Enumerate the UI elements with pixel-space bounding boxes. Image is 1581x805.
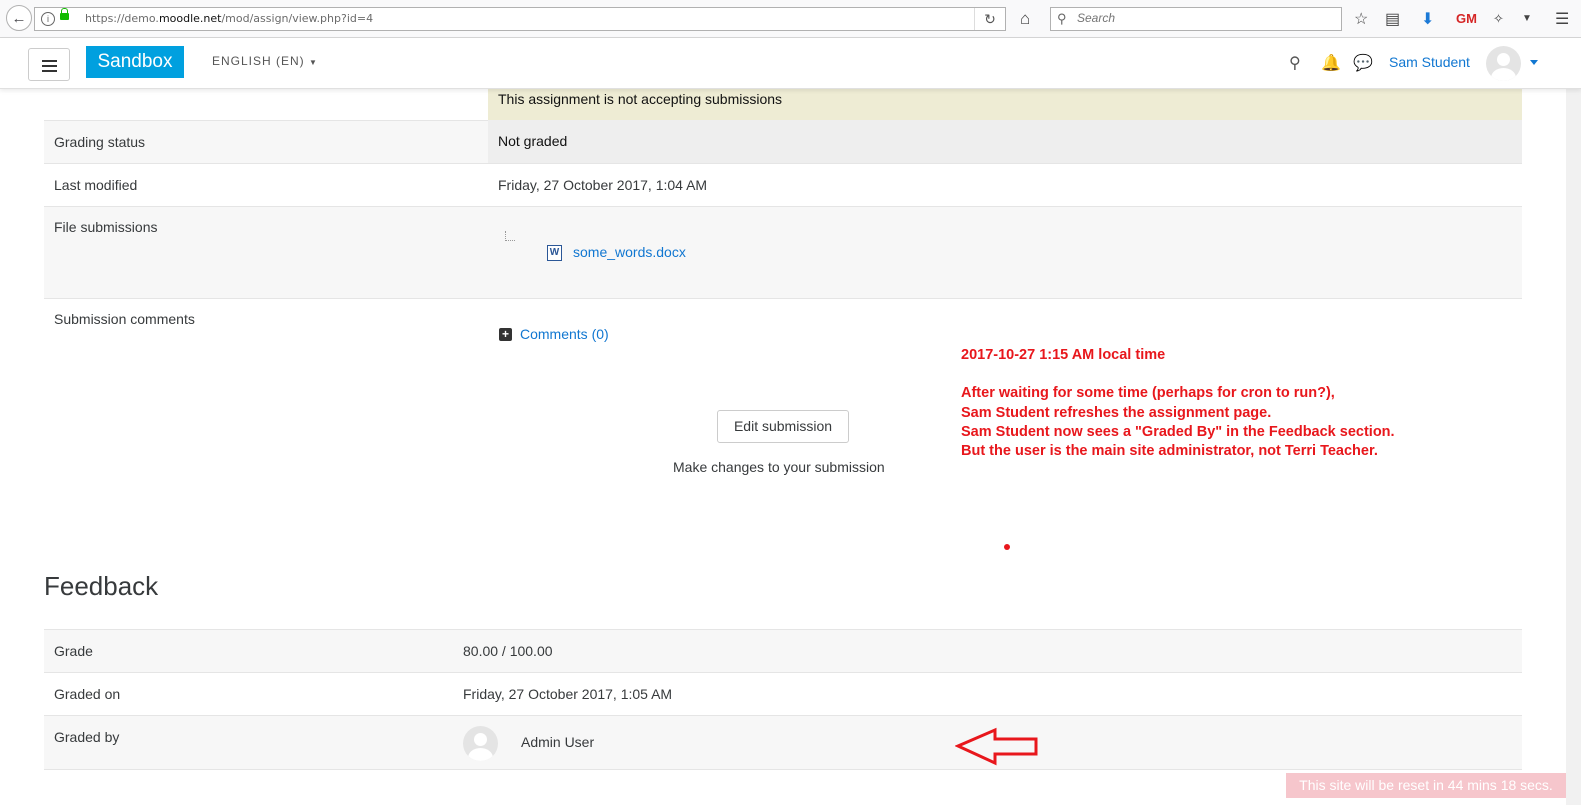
annotation-line: After waiting for some time (perhaps for… xyxy=(961,385,1335,402)
graded-on-value: Friday, 27 October 2017, 1:05 AM xyxy=(463,686,673,702)
menu-icon[interactable]: ☰ xyxy=(1555,9,1569,29)
comments-link[interactable]: Comments (0) xyxy=(520,326,609,342)
edit-submission-hint: Make changes to your submission xyxy=(673,459,885,475)
screenshot-annotation: 2017-10-27 1:15 AM local time After wait… xyxy=(961,346,1395,461)
overflow-chevron-icon[interactable]: ▼ xyxy=(1522,13,1532,24)
reload-icon[interactable]: ↻ xyxy=(974,8,1005,30)
row-label: Graded on xyxy=(54,686,121,702)
search-icon: ⚲ xyxy=(1057,11,1067,26)
browser-toolbar: ← i https://demo.moodle.net/mod/assign/v… xyxy=(0,0,1581,38)
reading-list-icon[interactable]: ▤ xyxy=(1385,9,1400,29)
last-modified-value: Friday, 27 October 2017, 1:04 AM xyxy=(498,177,708,193)
row-label: Submission comments xyxy=(54,311,195,327)
row-label: File submissions xyxy=(54,219,158,235)
table-row: Graded on Friday, 27 October 2017, 1:05 … xyxy=(44,672,1522,715)
bookmark-star-icon[interactable]: ☆ xyxy=(1354,9,1368,29)
submission-status-cell: This assignment is not accepting submiss… xyxy=(488,89,1522,120)
home-icon[interactable]: ⌂ xyxy=(1020,9,1030,29)
submission-status-message: This assignment is not accepting submiss… xyxy=(498,91,783,107)
annotation-line: 2017-10-27 1:15 AM local time xyxy=(961,347,1166,363)
site-brand[interactable]: Sandbox xyxy=(86,46,184,78)
row-label: Grading status xyxy=(54,134,146,150)
grader-name[interactable]: Admin User xyxy=(521,734,594,750)
grading-status-cell: Not graded xyxy=(488,120,1522,163)
avatar xyxy=(463,726,498,761)
scrollbar[interactable] xyxy=(1566,89,1581,805)
info-icon[interactable]: i xyxy=(41,12,55,26)
site-reset-notice: This site will be reset in 44 mins 18 se… xyxy=(1286,773,1566,798)
annotation-line: Sam Student now sees a "Graded By" in th… xyxy=(961,423,1395,440)
nav-drawer-toggle-button[interactable] xyxy=(28,48,70,81)
extension-icon[interactable]: GM xyxy=(1456,11,1477,26)
main-content: This assignment is not accepting submiss… xyxy=(0,89,1566,805)
chevron-down-icon[interactable] xyxy=(1530,60,1538,65)
tree-connector xyxy=(505,231,515,241)
grading-status-value: Not graded xyxy=(498,133,568,149)
browser-search-input[interactable] xyxy=(1075,10,1339,26)
annotation-dot xyxy=(1004,544,1010,550)
row-label: Grade xyxy=(54,643,93,659)
lock-icon xyxy=(60,8,69,20)
url-text[interactable]: https://demo.moodle.net/mod/assign/view.… xyxy=(85,12,373,25)
avatar[interactable] xyxy=(1486,46,1521,81)
feedback-heading: Feedback xyxy=(44,571,159,601)
user-menu-name[interactable]: Sam Student xyxy=(1389,54,1470,70)
submitted-file-link[interactable]: some_words.docx xyxy=(573,244,686,260)
edit-submission-button[interactable]: Edit submission xyxy=(717,410,849,443)
annotation-line: Sam Student refreshes the assignment pag… xyxy=(961,404,1272,421)
table-row: Graded by Admin User xyxy=(44,715,1522,770)
download-icon[interactable]: ⬇ xyxy=(1421,9,1434,29)
row-label: Last modified xyxy=(54,177,138,193)
back-arrow-icon[interactable]: ← xyxy=(6,5,32,31)
language-menu[interactable]: ENGLISH (EN) ▼ xyxy=(212,54,318,68)
grade-value: 80.00 / 100.00 xyxy=(463,643,553,659)
row-label: Graded by xyxy=(54,729,120,745)
word-document-icon: W xyxy=(547,245,562,261)
expand-plus-icon[interactable]: + xyxy=(499,328,512,341)
messages-icon[interactable]: 💬 xyxy=(1353,53,1373,73)
table-row: Grade 80.00 / 100.00 xyxy=(44,629,1522,672)
table-row: Last modified Friday, 27 October 2017, 1… xyxy=(44,163,1522,206)
annotation-arrow-icon xyxy=(955,727,1038,766)
table-row: File submissions W some_words.docx xyxy=(44,206,1522,298)
search-icon[interactable]: ⚲ xyxy=(1289,53,1301,73)
browser-search-box[interactable]: ⚲ xyxy=(1050,7,1342,31)
address-bar[interactable]: i https://demo.moodle.net/mod/assign/vie… xyxy=(34,7,1006,31)
addon-icon[interactable]: ✧ xyxy=(1493,11,1504,27)
notification-bell-icon[interactable]: 🔔 xyxy=(1321,53,1341,73)
annotation-line: But the user is the main site administra… xyxy=(961,443,1378,460)
site-navbar: Sandbox ENGLISH (EN) ▼ ⚲ 🔔 💬 Sam Student xyxy=(0,38,1581,89)
